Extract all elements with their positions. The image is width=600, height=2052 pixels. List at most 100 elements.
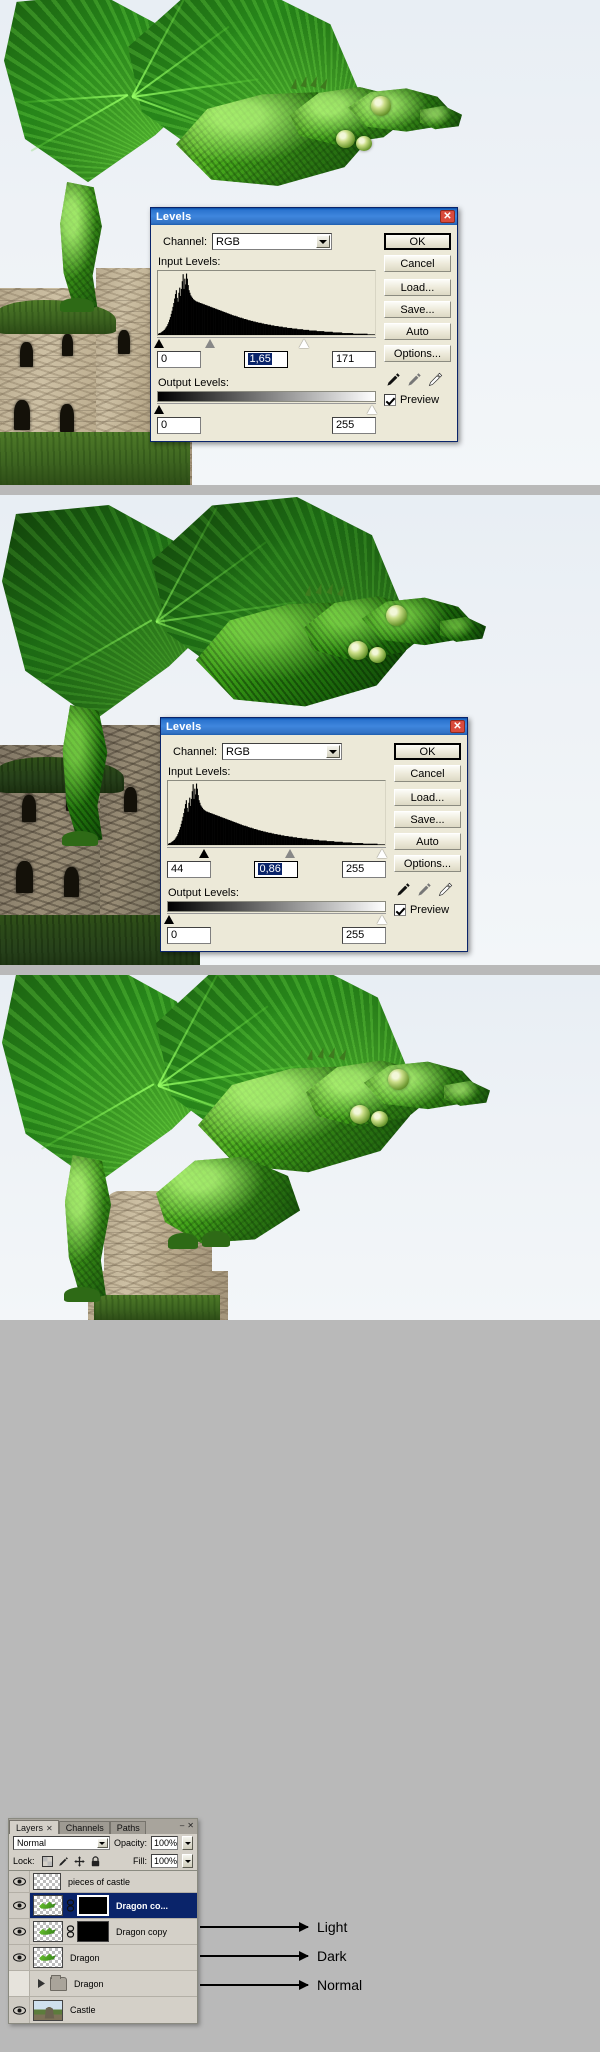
castle-window-5 [118,330,130,354]
histogram-svg [168,783,385,845]
input-gamma-knob[interactable] [284,849,295,858]
white-point-eyedropper[interactable] [427,371,444,388]
output-slider[interactable] [164,913,387,924]
layer-row-pieces-of-castle[interactable]: pieces of castle [9,1871,197,1893]
output-black-knob[interactable] [154,405,165,414]
options-button[interactable]: Options... [393,855,461,872]
fill-field[interactable]: 100% [151,1854,178,1868]
link-icon[interactable] [65,1921,75,1942]
layer-mask-thumbnail[interactable] [77,1895,109,1916]
input-black-field[interactable]: 0 [157,351,201,368]
input-gamma-field[interactable]: 1,65 [244,351,289,368]
link-icon[interactable] [65,1895,75,1916]
preview-checkbox[interactable] [383,394,396,406]
preview-checkbox-row[interactable]: Preview [383,394,451,406]
preview-checkbox[interactable] [393,904,406,916]
layer-thumbnail[interactable] [33,1895,63,1916]
input-white-field[interactable]: 255 [341,861,386,878]
close-icon[interactable]: ✕ [450,720,465,733]
lock-fill-row: Lock: Fill: 100% [9,1852,197,1870]
cancel-button[interactable]: Cancel [393,765,461,782]
levels-dialog-light[interactable]: Levels ✕ Channel: RGB Input Levels: 0 1,… [150,207,458,442]
opacity-field[interactable]: 100% [151,1836,178,1850]
layer-row-castle[interactable]: Castle [9,1997,197,2023]
visibility-toggle[interactable] [9,1871,30,1892]
minimize-icon[interactable]: – [180,1821,184,1830]
output-black-field[interactable]: 0 [157,417,201,434]
layer-thumbnail[interactable] [33,1921,63,1942]
blend-mode-select[interactable]: Normal [13,1836,110,1850]
opacity-stepper[interactable] [182,1836,193,1850]
lock-position-icon[interactable] [73,1855,85,1867]
input-white-knob[interactable] [376,849,387,858]
ok-button[interactable]: OK [383,233,451,250]
channel-select[interactable]: RGB [222,743,343,760]
preview-checkbox-row[interactable]: Preview [393,904,461,916]
black-point-eyedropper[interactable] [385,371,402,388]
auto-button[interactable]: Auto [383,323,451,340]
layer-row-dragon-light[interactable]: Dragon co... [9,1893,197,1919]
close-panel-icon[interactable]: ✕ [187,1821,194,1830]
castle-window-2 [62,334,73,356]
input-white-field[interactable]: 171 [331,351,376,368]
close-icon[interactable]: ✕ [46,1824,53,1833]
output-white-field[interactable]: 255 [341,927,386,944]
chevron-right-icon[interactable] [36,1979,46,1988]
layer-row-dragon-group[interactable]: Dragon [9,1971,197,1997]
panel-tabs: Layers ✕ Channels Paths – ✕ [9,1819,197,1834]
save-button[interactable]: Save... [393,811,461,828]
input-slider[interactable] [154,337,376,348]
layer-row-dragon-dark[interactable]: Dragon copy [9,1919,197,1945]
input-white-knob[interactable] [298,339,309,348]
gray-point-eyedropper[interactable] [406,371,423,388]
output-black-field[interactable]: 0 [167,927,211,944]
lock-image-icon[interactable] [58,1856,69,1867]
cancel-button[interactable]: Cancel [383,255,451,272]
options-button[interactable]: Options... [383,345,451,362]
chevron-down-icon[interactable] [316,235,331,248]
fill-stepper[interactable] [182,1854,193,1868]
layer-thumbnail[interactable] [33,1873,61,1890]
chevron-down-icon[interactable] [326,745,341,758]
channel-select[interactable]: RGB [212,233,333,250]
input-black-knob[interactable] [199,849,210,858]
layer-row-dragon-normal[interactable]: Dragon [9,1945,197,1971]
close-icon[interactable]: ✕ [440,210,455,223]
black-point-eyedropper[interactable] [395,881,412,898]
tab-layers[interactable]: Layers ✕ [9,1820,59,1834]
visibility-toggle[interactable] [9,1919,30,1944]
save-button[interactable]: Save... [383,301,451,318]
input-gamma-knob[interactable] [204,339,215,348]
visibility-toggle[interactable] [9,1893,30,1918]
lock-transparency-icon[interactable] [41,1855,53,1867]
output-white-knob[interactable] [366,405,377,414]
tab-paths[interactable]: Paths [109,1821,146,1834]
ok-button[interactable]: OK [393,743,461,760]
output-white-field[interactable]: 255 [331,417,376,434]
levels-dialog-dark[interactable]: Levels ✕ Channel: RGB Input Levels: 44 0… [160,717,468,952]
gray-point-eyedropper[interactable] [416,881,433,898]
eyedropper-group [385,371,451,388]
input-black-field[interactable]: 44 [167,861,211,878]
visibility-toggle[interactable] [9,1997,30,2023]
chevron-down-icon[interactable] [96,1838,108,1848]
output-white-knob[interactable] [376,915,387,924]
input-slider[interactable] [167,847,387,858]
input-gamma-field[interactable]: 0,86 [254,861,299,878]
load-button[interactable]: Load... [393,789,461,806]
layer-thumbnail[interactable] [33,1999,63,2021]
load-button[interactable]: Load... [383,279,451,296]
layer-mask-thumbnail[interactable] [77,1921,109,1942]
output-black-knob[interactable] [164,915,175,924]
layer-thumbnail[interactable] [33,1947,63,1968]
layers-panel[interactable]: Layers ✕ Channels Paths – ✕ Normal Opaci… [8,1818,198,2024]
tab-channels[interactable]: Channels [58,1821,110,1834]
visibility-toggle[interactable] [9,1971,30,1996]
input-black-knob[interactable] [154,339,165,348]
output-slider[interactable] [154,403,377,414]
eye-icon [12,1901,26,1910]
lock-all-icon[interactable] [90,1855,101,1867]
white-point-eyedropper[interactable] [437,881,454,898]
visibility-toggle[interactable] [9,1945,30,1970]
auto-button[interactable]: Auto [393,833,461,850]
